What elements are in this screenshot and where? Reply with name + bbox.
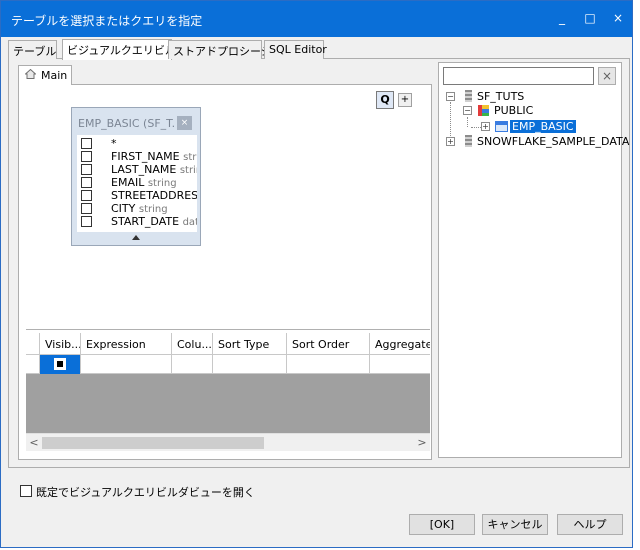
visible-cell[interactable] xyxy=(40,355,81,374)
schema-icon xyxy=(478,105,489,116)
subtab-main[interactable]: Main xyxy=(18,65,72,85)
expression-cell[interactable] xyxy=(81,355,172,374)
column-header-expression[interactable]: Expression xyxy=(81,333,172,355)
field-checkbox[interactable] xyxy=(81,177,92,188)
field-name: FIRST_NAME string xyxy=(111,150,197,163)
cancel-button[interactable]: キャンセル xyxy=(482,514,548,535)
visible-checkbox[interactable] xyxy=(54,358,66,370)
criteria-grid: Visib... Expression Colu... Sort Type So… xyxy=(26,333,430,451)
field-checkbox[interactable] xyxy=(81,216,92,227)
collapse-icon[interactable]: − xyxy=(463,106,472,115)
tree-line xyxy=(450,102,451,142)
open-visual-builder-checkbox[interactable] xyxy=(20,485,32,497)
tree-node-label: SNOWFLAKE_SAMPLE_DATA xyxy=(477,135,630,148)
expand-icon[interactable]: + xyxy=(446,137,455,146)
tab-stored-procedure[interactable]: ストアドプロシージャ xyxy=(168,40,282,59)
field-checkbox[interactable] xyxy=(81,164,92,175)
dialog-title: テーブルを選択またはクエリを指定 xyxy=(11,14,203,28)
table-box-close-button[interactable]: × xyxy=(177,116,192,130)
table-row xyxy=(26,355,430,374)
scroll-up-arrow-icon[interactable] xyxy=(132,235,140,240)
expand-icon[interactable]: + xyxy=(481,122,490,131)
sort-type-cell[interactable] xyxy=(213,355,287,374)
horizontal-scrollbar[interactable]: < > xyxy=(26,433,430,451)
search-clear-button[interactable]: × xyxy=(598,67,616,85)
add-button[interactable]: + xyxy=(398,93,412,107)
field-list: * FIRST_NAME string LAST_NAME string EMA… xyxy=(77,135,197,232)
database-icon xyxy=(465,135,472,147)
field-type: string xyxy=(138,204,168,215)
table-box-title: EMP_BASIC (SF_T... xyxy=(78,117,175,130)
sort-order-cell[interactable] xyxy=(287,355,370,374)
home-icon xyxy=(24,68,37,79)
table-icon xyxy=(495,121,508,132)
scrollbar-thumb[interactable] xyxy=(42,437,264,449)
column-header-aggregate[interactable]: Aggregate xyxy=(370,333,430,355)
field-name: STREETADDRESS string xyxy=(111,189,197,202)
aggregate-cell[interactable] xyxy=(370,355,430,374)
column-header-column[interactable]: Colu... xyxy=(172,333,213,355)
scroll-left-icon[interactable]: < xyxy=(27,436,41,450)
help-button[interactable]: ヘルプ xyxy=(557,514,623,535)
minimize-button[interactable]: _ xyxy=(549,7,575,29)
grid-row-header xyxy=(26,333,40,355)
row-header-cell[interactable] xyxy=(26,355,40,374)
field-name: LAST_NAME string xyxy=(111,163,197,176)
tree-line xyxy=(467,117,468,127)
tree-node-label: EMP_BASIC xyxy=(510,120,576,133)
field-name: CITY string xyxy=(111,202,168,215)
collapse-icon[interactable]: − xyxy=(446,92,455,101)
ok-button[interactable]: [OK] xyxy=(409,514,475,535)
grid-empty-area xyxy=(26,374,430,433)
tab-table[interactable]: テーブル xyxy=(8,40,57,59)
field-checkbox[interactable] xyxy=(81,151,92,162)
column-header-sort-order[interactable]: Sort Order xyxy=(287,333,370,355)
field-name: EMAIL string xyxy=(111,176,177,189)
query-button[interactable]: Q xyxy=(376,91,394,109)
field-type: date xyxy=(182,217,197,228)
tree-node-label: PUBLIC xyxy=(494,104,534,117)
column-header-visible[interactable]: Visib... xyxy=(40,333,81,355)
field-type: string xyxy=(183,152,197,163)
grid-header: Visib... Expression Colu... Sort Type So… xyxy=(26,333,430,355)
field-checkbox[interactable] xyxy=(81,138,92,149)
tree-search-input[interactable] xyxy=(443,67,594,85)
column-cell[interactable] xyxy=(172,355,213,374)
field-checkbox[interactable] xyxy=(81,190,92,201)
field-type: string xyxy=(179,165,197,176)
tab-sql-editor[interactable]: SQL Editor xyxy=(264,40,327,59)
field-checkbox[interactable] xyxy=(81,203,92,214)
subtab-main-label: Main xyxy=(41,69,68,82)
table-box-emp-basic[interactable]: EMP_BASIC (SF_T... × * FIRST_NAME string… xyxy=(71,107,201,246)
scroll-right-icon[interactable]: > xyxy=(415,436,429,450)
field-type: string xyxy=(147,178,177,189)
database-icon xyxy=(465,90,472,102)
title-bar[interactable]: テーブルを選択またはクエリを指定 _ □ × xyxy=(1,1,632,37)
close-button[interactable]: × xyxy=(605,7,631,29)
maximize-button[interactable]: □ xyxy=(577,7,603,29)
field-name: * xyxy=(111,137,117,150)
tab-visual-query-builder[interactable]: ビジュアルクエリビルダ xyxy=(62,39,187,60)
open-visual-builder-label: 既定でビジュアルクエリビルダビューを開く xyxy=(36,486,255,499)
column-header-sort-type[interactable]: Sort Type xyxy=(213,333,287,355)
field-name: START_DATE date xyxy=(111,215,197,228)
tree-node-label: SF_TUTS xyxy=(477,90,525,103)
